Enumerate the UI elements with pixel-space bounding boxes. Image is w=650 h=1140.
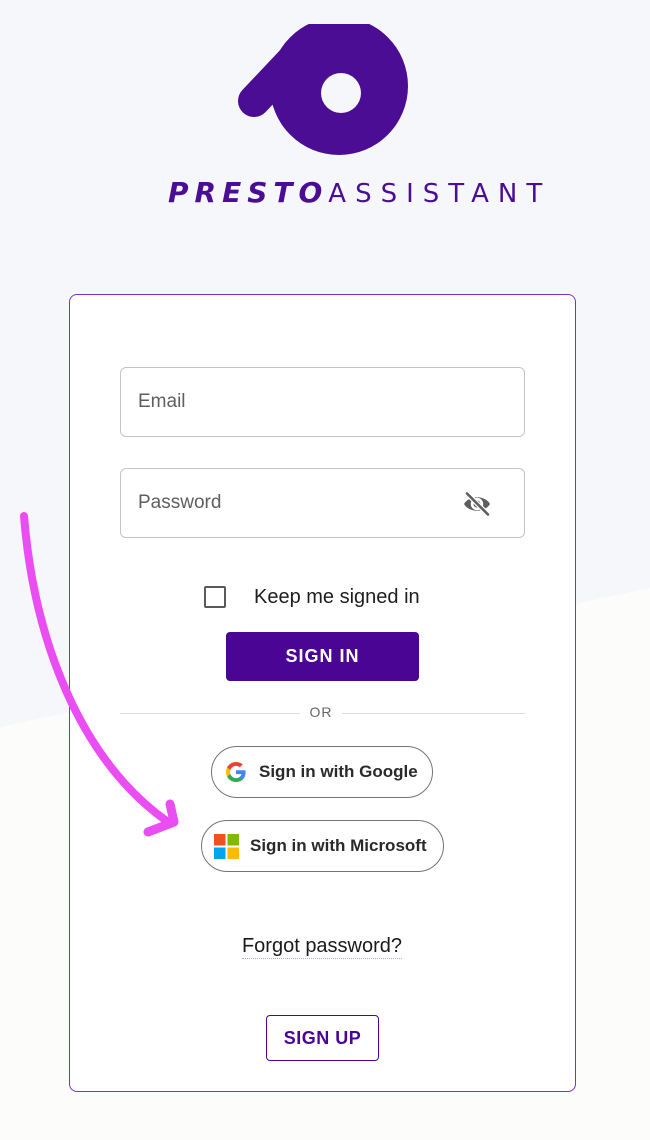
divider-left bbox=[120, 713, 300, 714]
password-field[interactable] bbox=[120, 468, 525, 538]
brand-name-light: ASSISTANT bbox=[328, 179, 552, 209]
eye-off-icon[interactable] bbox=[462, 491, 492, 517]
sign-up-button[interactable]: SIGN UP bbox=[266, 1015, 379, 1061]
keep-signed-in-label: Keep me signed in bbox=[254, 585, 420, 608]
google-sign-in-label: Sign in with Google bbox=[259, 762, 418, 781]
keep-signed-in-row[interactable]: Keep me signed in bbox=[204, 584, 420, 610]
google-icon bbox=[226, 762, 246, 782]
microsoft-sign-in-button[interactable]: Sign in with Microsoft bbox=[201, 820, 444, 872]
brand-wordmark: PRESTOASSISTANT bbox=[168, 176, 542, 210]
email-input[interactable] bbox=[121, 368, 524, 436]
divider-right bbox=[342, 713, 525, 714]
login-card: Keep me signed in SIGN IN OR Sign in wit… bbox=[69, 294, 576, 1092]
brand-name-bold: PRESTO bbox=[168, 176, 329, 209]
microsoft-icon bbox=[214, 833, 239, 859]
email-field[interactable] bbox=[120, 367, 525, 437]
forgot-password-label: Forgot password? bbox=[241, 935, 403, 959]
presto-logo-icon bbox=[238, 24, 408, 155]
sign-in-button[interactable]: SIGN IN bbox=[226, 632, 419, 681]
divider-or: OR bbox=[309, 704, 333, 720]
keep-signed-in-checkbox[interactable] bbox=[204, 586, 226, 608]
forgot-password-link[interactable]: Forgot password? bbox=[70, 935, 574, 959]
microsoft-sign-in-label: Sign in with Microsoft bbox=[250, 836, 427, 855]
google-sign-in-button[interactable]: Sign in with Google bbox=[211, 746, 433, 798]
logo: PRESTOASSISTANT bbox=[0, 24, 650, 214]
